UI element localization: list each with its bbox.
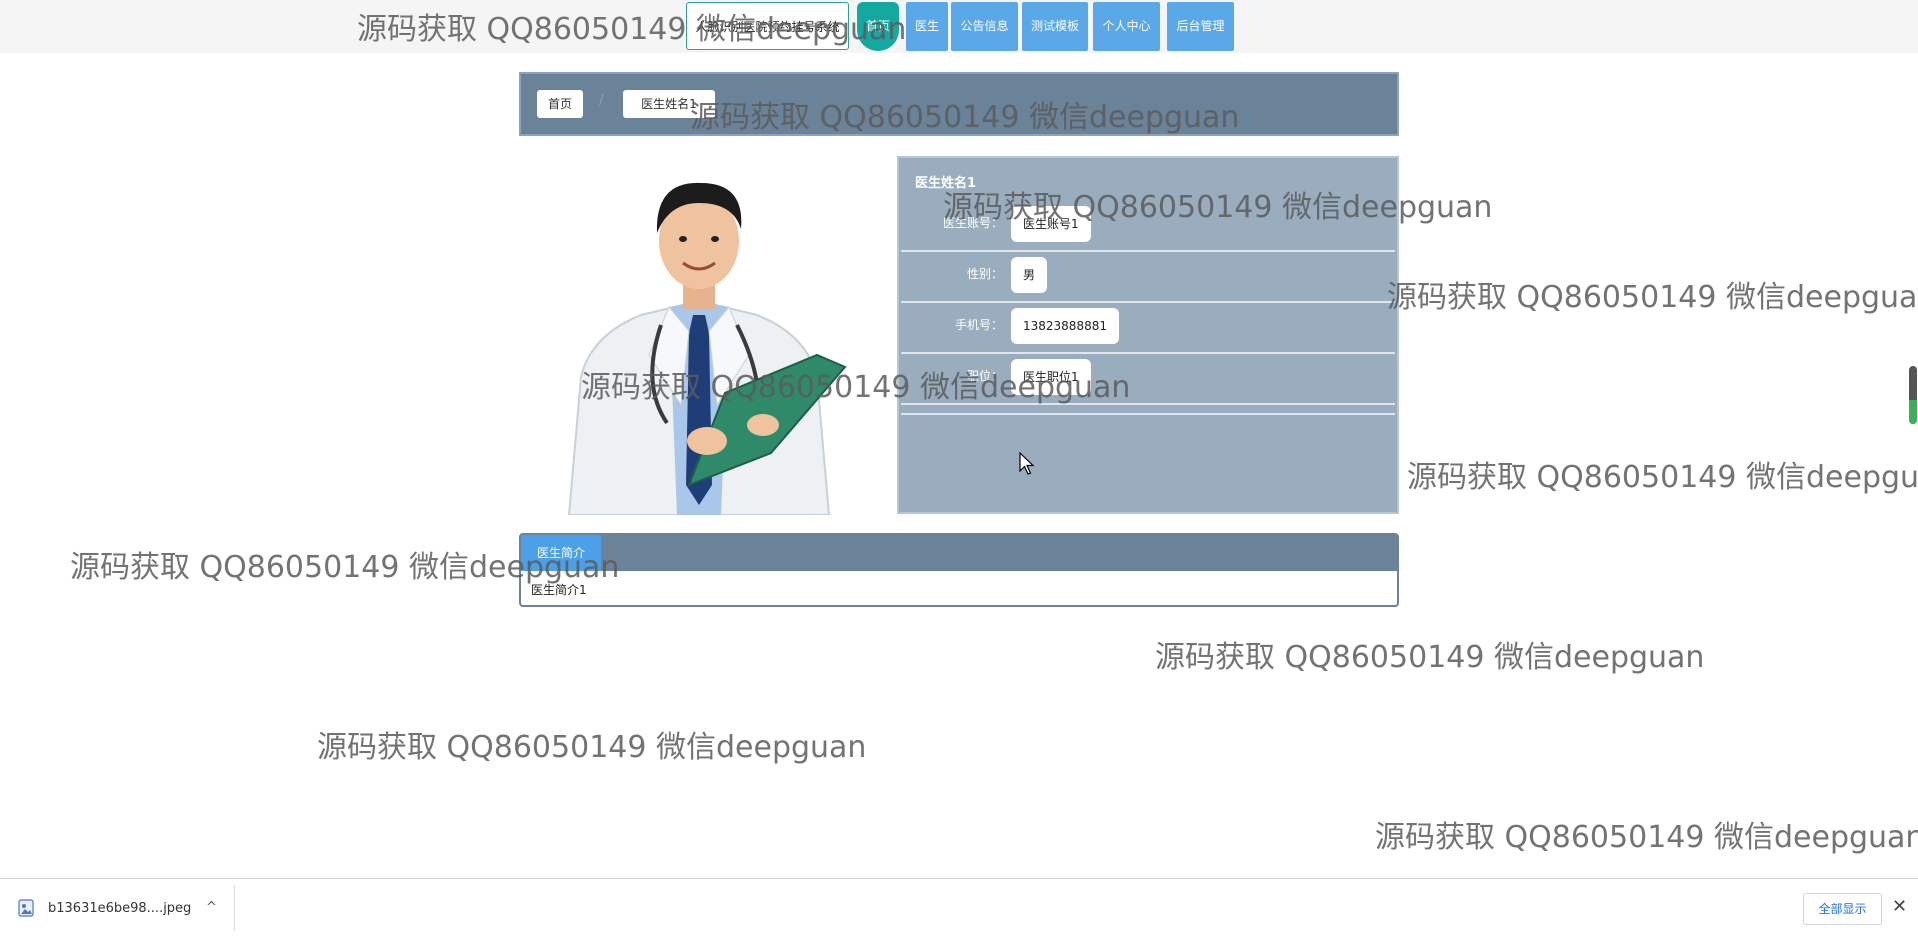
doctor-info-panel: 医生姓名1 医生账号： 医生账号1 性别： 男 手机号： 13823888881… xyxy=(897,156,1399,514)
nav-notice-button[interactable]: 公告信息 xyxy=(951,2,1018,51)
show-all-button[interactable]: 全部显示 xyxy=(1803,893,1882,925)
close-icon[interactable]: ✕ xyxy=(1892,896,1907,917)
nav-home-button[interactable]: 首页 xyxy=(857,2,899,51)
info-value: 医生账号1 xyxy=(1011,206,1091,242)
nav-profile-button[interactable]: 个人中心 xyxy=(1093,2,1160,51)
info-value: 13823888881 xyxy=(1011,308,1119,344)
nav-test-button[interactable]: 测试模板 xyxy=(1022,2,1088,51)
watermark: 源码获取 QQ86050149 微信deepguan xyxy=(1407,460,1918,495)
info-value: 医生职位1 xyxy=(1011,359,1091,395)
nav-doctor-button[interactable]: 医生 xyxy=(906,2,948,51)
mouse-cursor-icon xyxy=(1019,452,1035,475)
download-bar: b13631e6be98....jpeg ^ 全部显示 ✕ xyxy=(0,878,1918,939)
info-label: 性别： xyxy=(966,267,1003,281)
breadcrumb-separator: / xyxy=(599,92,604,108)
tab-intro[interactable]: 医生简介 xyxy=(521,535,602,571)
info-row-phone: 手机号： 13823888881 xyxy=(901,301,1395,354)
nav-admin-button[interactable]: 后台管理 xyxy=(1167,2,1234,51)
watermark: 源码获取 QQ86050149 微信deepguan xyxy=(1155,640,1705,675)
watermark: 源码获取 QQ86050149 微信deepguan xyxy=(1375,820,1918,855)
chevron-up-icon[interactable]: ^ xyxy=(206,900,217,915)
intro-header: 医生简介 xyxy=(521,535,1397,571)
intro-content: 医生简介1 xyxy=(531,583,587,597)
info-label: 手机号： xyxy=(954,318,1003,332)
doctor-intro-section: 医生简介 医生简介1 xyxy=(519,533,1399,607)
info-divider xyxy=(901,413,1395,415)
watermark: 源码获取 QQ86050149 微信deepguan xyxy=(1387,280,1918,315)
info-value: 男 xyxy=(1011,257,1048,293)
info-row-account: 医生账号： 医生账号1 xyxy=(901,199,1395,252)
breadcrumb-current[interactable]: 医生姓名1 xyxy=(623,90,715,118)
download-file-name[interactable]: b13631e6be98....jpeg xyxy=(48,901,191,916)
info-row-gender: 性别： 男 xyxy=(901,250,1395,303)
site-title[interactable]: 人脸识别医院预约挂号系统 xyxy=(686,2,849,50)
info-label: 职位： xyxy=(966,369,1003,383)
watermark: 源码获取 QQ86050149 微信deepguan xyxy=(317,730,867,765)
scrollbar-thumb-accent xyxy=(1909,400,1917,424)
doctor-photo xyxy=(549,155,849,515)
top-nav-bar: 人脸识别医院预约挂号系统 首页 医生 公告信息 测试模板 个人中心 后台管理 xyxy=(0,0,1918,53)
breadcrumb-home[interactable]: 首页 xyxy=(537,90,583,118)
doctor-name: 医生姓名1 xyxy=(915,176,977,191)
breadcrumb: 首页 / 医生姓名1 xyxy=(519,72,1399,136)
info-label: 医生账号： xyxy=(942,216,1003,230)
download-separator xyxy=(234,885,235,931)
image-file-icon xyxy=(18,899,34,917)
info-row-position: 职位： 医生职位1 xyxy=(901,352,1395,405)
